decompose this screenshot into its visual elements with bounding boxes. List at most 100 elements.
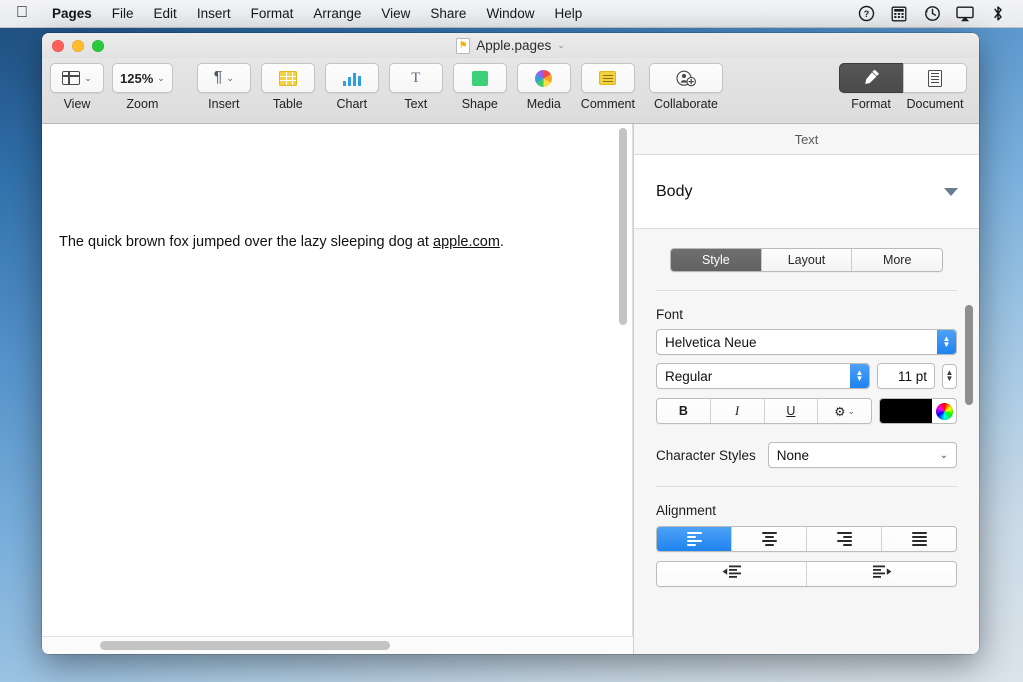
format-sidebar: Text Body Style Layout More Font Helveti… bbox=[634, 124, 979, 654]
menu-bar:  Pages File Edit Insert Format Arrange … bbox=[0, 0, 1023, 28]
insert-button-label: Insert bbox=[208, 97, 239, 111]
font-family-stepper-icon[interactable]: ▲▼ bbox=[937, 330, 956, 354]
font-family-select[interactable]: Helvetica Neue ▲▼ bbox=[656, 329, 957, 355]
menu-item-edit[interactable]: Edit bbox=[144, 0, 187, 28]
menu-item-file[interactable]: File bbox=[102, 0, 144, 28]
chevron-down-icon[interactable] bbox=[944, 188, 958, 196]
help-circle-icon[interactable]: ? bbox=[857, 5, 875, 23]
title-chevron-down-icon[interactable]: ⌄ bbox=[557, 40, 565, 51]
minimize-button[interactable] bbox=[72, 40, 84, 52]
align-left-button[interactable] bbox=[657, 527, 732, 551]
inspector-toggle-labels: Format Document bbox=[839, 93, 967, 111]
decrease-indent-button[interactable] bbox=[657, 562, 807, 586]
calculator-icon[interactable] bbox=[890, 5, 908, 23]
paragraph-text-before: The quick brown fox jumped over the lazy… bbox=[59, 234, 433, 250]
document-page[interactable]: The quick brown fox jumped over the lazy… bbox=[42, 124, 633, 636]
apple-menu-icon[interactable]:  bbox=[16, 5, 28, 21]
toolbar: ⌄ View 125% ⌄ Zoom ¶ ⌄ Insert Table bbox=[42, 58, 979, 124]
document-horizontal-scrollbar-track[interactable] bbox=[42, 636, 633, 654]
divider bbox=[656, 486, 957, 487]
underline-button[interactable]: U bbox=[765, 399, 819, 423]
indent-buttons bbox=[656, 561, 957, 587]
chart-button[interactable] bbox=[325, 63, 379, 93]
menu-item-window[interactable]: Window bbox=[476, 0, 544, 28]
shape-button[interactable] bbox=[453, 63, 507, 93]
table-icon bbox=[279, 71, 297, 86]
font-section-label: Font bbox=[656, 307, 957, 322]
time-machine-icon[interactable] bbox=[923, 5, 941, 23]
tab-more[interactable]: More bbox=[852, 249, 942, 271]
comment-icon bbox=[599, 71, 616, 85]
collaborate-icon bbox=[676, 70, 696, 87]
italic-button[interactable]: I bbox=[711, 399, 765, 423]
text-button[interactable]: T bbox=[389, 63, 443, 93]
sidebar-view-icon bbox=[62, 71, 80, 85]
font-options-gear-button[interactable]: ⚙ ⌄ bbox=[818, 399, 871, 423]
menu-bar-status-area: ? bbox=[857, 5, 1013, 23]
color-picker-button[interactable] bbox=[932, 403, 956, 420]
menu-item-share[interactable]: Share bbox=[420, 0, 476, 28]
document-vertical-scrollbar[interactable] bbox=[619, 128, 627, 325]
align-justify-button[interactable] bbox=[882, 527, 956, 551]
font-color-well[interactable] bbox=[879, 398, 957, 424]
document-area[interactable]: The quick brown fox jumped over the lazy… bbox=[42, 124, 634, 654]
document-title-area: ⚑ Apple.pages ⌄ bbox=[42, 33, 979, 58]
sidebar-vertical-scrollbar[interactable] bbox=[965, 305, 973, 405]
svg-text:?: ? bbox=[863, 9, 869, 19]
media-photos-icon bbox=[535, 70, 552, 87]
document-paragraph[interactable]: The quick brown fox jumped over the lazy… bbox=[59, 232, 608, 252]
font-format-buttons: B I U ⚙ ⌄ bbox=[656, 398, 872, 424]
font-color-swatch[interactable] bbox=[880, 399, 932, 423]
toolbar-group-view: ⌄ View bbox=[50, 63, 104, 111]
toolbar-group-media: Media bbox=[517, 63, 571, 111]
font-size-stepper[interactable]: ▲▼ bbox=[942, 364, 957, 389]
bluetooth-icon[interactable] bbox=[989, 5, 1007, 23]
document-horizontal-scrollbar-thumb[interactable] bbox=[100, 641, 390, 650]
menu-item-format[interactable]: Format bbox=[241, 0, 304, 28]
sidebar-scroll-content: Style Layout More Font Helvetica Neue ▲▼… bbox=[634, 229, 979, 654]
menu-item-view[interactable]: View bbox=[371, 0, 420, 28]
menu-item-pages[interactable]: Pages bbox=[42, 0, 102, 28]
media-button[interactable] bbox=[517, 63, 571, 93]
view-button[interactable]: ⌄ bbox=[50, 63, 104, 93]
tab-layout[interactable]: Layout bbox=[762, 249, 853, 271]
collaborate-button[interactable] bbox=[649, 63, 723, 93]
align-justify-icon bbox=[912, 532, 927, 545]
menu-item-arrange[interactable]: Arrange bbox=[303, 0, 371, 28]
paintbrush-icon bbox=[862, 68, 881, 88]
font-style-size-row: Regular ▲▼ 11 pt ▲▼ bbox=[656, 363, 957, 389]
zoom-button-toolbar[interactable]: 125% ⌄ bbox=[112, 63, 173, 93]
comment-button[interactable] bbox=[581, 63, 635, 93]
menu-item-insert[interactable]: Insert bbox=[187, 0, 241, 28]
media-button-label: Media bbox=[527, 97, 561, 111]
font-family-value: Helvetica Neue bbox=[657, 335, 757, 350]
font-style-select[interactable]: Regular ▲▼ bbox=[656, 363, 870, 389]
character-styles-select[interactable]: None ⌄ bbox=[768, 442, 957, 468]
zoom-button[interactable] bbox=[92, 40, 104, 52]
toolbar-group-insert: ¶ ⌄ Insert bbox=[197, 63, 251, 111]
zoom-level-value: 125% bbox=[120, 71, 153, 86]
apple-com-link[interactable]: apple.com bbox=[433, 234, 500, 250]
font-size-field[interactable]: 11 pt bbox=[877, 363, 935, 389]
toolbar-group-inspector: Format Document bbox=[839, 63, 967, 111]
document-button[interactable] bbox=[903, 63, 967, 93]
table-button[interactable] bbox=[261, 63, 315, 93]
shape-button-label: Shape bbox=[462, 97, 498, 111]
paragraph-style-selector[interactable]: Body bbox=[634, 155, 979, 229]
document-filename: Apple.pages bbox=[476, 38, 551, 53]
font-size-value: 11 pt bbox=[898, 369, 934, 384]
insert-button[interactable]: ¶ ⌄ bbox=[197, 63, 251, 93]
menu-item-help[interactable]: Help bbox=[544, 0, 592, 28]
font-style-stepper-icon[interactable]: ▲▼ bbox=[850, 364, 869, 388]
airplay-icon[interactable] bbox=[956, 5, 974, 23]
close-button[interactable] bbox=[52, 40, 64, 52]
increase-indent-button[interactable] bbox=[807, 562, 956, 586]
align-right-button[interactable] bbox=[807, 527, 882, 551]
sidebar-tabs: Style Layout More bbox=[670, 248, 943, 272]
bold-button[interactable]: B bbox=[657, 399, 711, 423]
chevron-down-icon: ⌄ bbox=[847, 406, 855, 417]
align-center-button[interactable] bbox=[732, 527, 807, 551]
toolbar-group-comment: Comment bbox=[581, 63, 635, 111]
tab-style[interactable]: Style bbox=[671, 249, 762, 271]
format-button[interactable] bbox=[839, 63, 903, 93]
